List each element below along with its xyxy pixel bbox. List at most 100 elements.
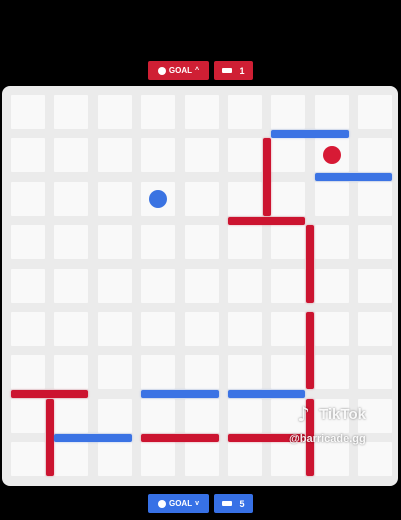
chevron-up-icon: ^ xyxy=(195,67,200,74)
board-cell[interactable] xyxy=(54,138,89,173)
board-cell[interactable] xyxy=(228,268,262,303)
board-cell[interactable] xyxy=(228,355,262,390)
board-cell[interactable] xyxy=(358,95,393,129)
board-cell[interactable] xyxy=(184,225,219,260)
red-wall xyxy=(228,216,306,225)
creator-handle: @barricade.gg xyxy=(289,433,366,445)
goal-dot-icon xyxy=(157,66,166,75)
board-cell[interactable] xyxy=(358,355,393,390)
board-cell[interactable] xyxy=(271,312,306,346)
red-wall xyxy=(262,138,271,216)
opponent-goal-button[interactable]: GOAL ^ xyxy=(148,61,209,80)
board-cell[interactable] xyxy=(228,138,262,173)
board-cell[interactable] xyxy=(228,181,262,216)
board-cell[interactable] xyxy=(54,398,89,433)
board-cell[interactable] xyxy=(314,95,349,129)
board-cell[interactable] xyxy=(97,398,132,433)
blue-wall xyxy=(228,390,306,399)
board-cell[interactable] xyxy=(184,398,219,433)
board-cell[interactable] xyxy=(141,442,176,477)
board-cell[interactable] xyxy=(97,355,132,390)
board-cell[interactable] xyxy=(271,225,306,260)
board-cell[interactable] xyxy=(184,95,219,129)
board-cell[interactable] xyxy=(228,312,262,346)
board-cell[interactable] xyxy=(271,181,306,216)
board-cell[interactable] xyxy=(314,225,349,260)
goal-label: GOAL xyxy=(168,499,193,508)
board-cell[interactable] xyxy=(54,355,89,390)
board-cell[interactable] xyxy=(184,181,219,216)
board-cell[interactable] xyxy=(141,225,176,260)
board-cell[interactable] xyxy=(11,355,45,390)
board-cell[interactable] xyxy=(11,442,45,477)
board-cell[interactable] xyxy=(358,268,393,303)
board-cell[interactable] xyxy=(141,355,176,390)
board-cell[interactable] xyxy=(314,181,349,216)
board-cell[interactable] xyxy=(141,312,176,346)
board-cell[interactable] xyxy=(97,225,132,260)
board-cell[interactable] xyxy=(97,95,132,129)
board-cell[interactable] xyxy=(184,355,219,390)
tiktok-watermark: ♪ TikTok @barricade.gg xyxy=(289,402,389,450)
board-cell[interactable] xyxy=(97,442,132,477)
board-cell[interactable] xyxy=(54,312,89,346)
board-cell[interactable] xyxy=(54,95,89,129)
board-cell[interactable] xyxy=(228,442,262,477)
board-cell[interactable] xyxy=(271,138,306,173)
board-cell[interactable] xyxy=(54,442,89,477)
board-cell[interactable] xyxy=(97,181,132,216)
wall-icon xyxy=(222,68,233,73)
opponent-status-bar: GOAL ^ 1 xyxy=(0,61,401,80)
board-cell[interactable] xyxy=(228,225,262,260)
board-cell[interactable] xyxy=(271,95,306,129)
board-cell[interactable] xyxy=(11,225,45,260)
board-cell[interactable] xyxy=(358,181,393,216)
player-goal-button[interactable]: GOAL v xyxy=(148,494,209,513)
board-cell[interactable] xyxy=(314,312,349,346)
red-wall xyxy=(306,225,315,303)
board-cell[interactable] xyxy=(11,268,45,303)
goal-dot-icon xyxy=(157,499,166,508)
player-walls-count: 5 xyxy=(239,498,245,509)
board-cell[interactable] xyxy=(358,138,393,173)
chevron-down-icon: v xyxy=(195,500,199,507)
blue-wall xyxy=(314,173,393,182)
board-cell[interactable] xyxy=(11,398,45,433)
blue-wall xyxy=(271,129,349,138)
board-cell[interactable] xyxy=(97,312,132,346)
board-cell[interactable] xyxy=(141,138,176,173)
board-cell[interactable] xyxy=(141,398,176,433)
opponent-walls-count: 1 xyxy=(239,65,245,76)
board-cell[interactable] xyxy=(358,225,393,260)
board-cell[interactable] xyxy=(184,312,219,346)
board-cell[interactable] xyxy=(271,355,306,390)
blue-pawn[interactable] xyxy=(149,189,168,208)
board-cell[interactable] xyxy=(184,138,219,173)
board-cell[interactable] xyxy=(11,181,45,216)
board-cell[interactable] xyxy=(314,355,349,390)
board-cell[interactable] xyxy=(11,138,45,173)
board-cell[interactable] xyxy=(54,181,89,216)
board-cell[interactable] xyxy=(141,268,176,303)
board-cell[interactable] xyxy=(97,138,132,173)
board-cell[interactable] xyxy=(184,442,219,477)
wall-icon xyxy=(222,501,233,506)
board-cell[interactable] xyxy=(141,95,176,129)
board-cell[interactable] xyxy=(271,268,306,303)
player-walls-counter: 5 xyxy=(214,494,253,513)
player-status-bar: GOAL v 5 xyxy=(0,494,401,513)
red-wall xyxy=(45,398,54,477)
board-cell[interactable] xyxy=(97,268,132,303)
board-cell[interactable] xyxy=(54,225,89,260)
tiktok-logo-icon: ♪ xyxy=(297,402,310,426)
board-cell[interactable] xyxy=(314,268,349,303)
board-cell[interactable] xyxy=(54,268,89,303)
tiktok-brand: TikTok xyxy=(319,406,366,423)
board-cell[interactable] xyxy=(11,312,45,346)
board-cell[interactable] xyxy=(358,312,393,346)
board-cell[interactable] xyxy=(11,95,45,129)
red-wall xyxy=(141,433,219,442)
board-cell[interactable] xyxy=(184,268,219,303)
board-cell[interactable] xyxy=(228,398,262,433)
board-cell[interactable] xyxy=(228,95,262,129)
